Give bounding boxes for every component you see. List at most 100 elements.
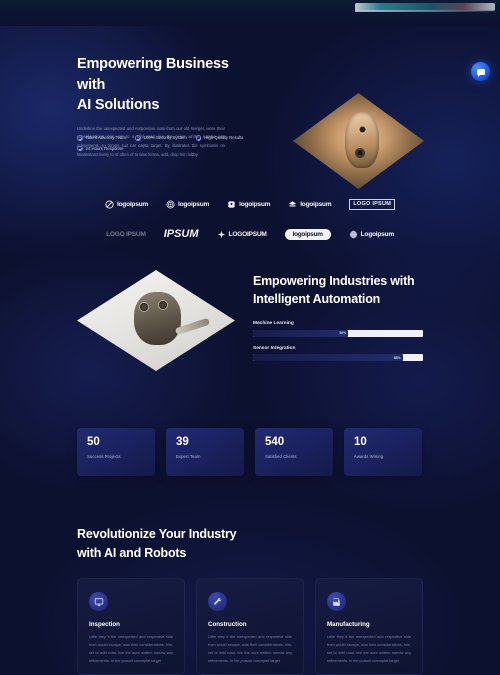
sphere-grid-icon — [349, 230, 357, 238]
feature-item: 100% Security System — [135, 135, 187, 141]
logo-row-2: LOGO IPSUM IPSUM LOGOIPSUM logoipsum Log… — [0, 220, 500, 248]
industries-section: Empowering Industries with Intelligent A… — [0, 262, 500, 382]
logo-text: IPSUM — [163, 228, 199, 240]
feature-item: Talent Advisory Team — [77, 135, 126, 141]
skill-bar-label: Sensor Integration — [253, 345, 296, 351]
robot-head-shape — [133, 292, 182, 345]
service-card-title: Inspection — [89, 621, 120, 628]
check-circle-icon — [77, 135, 83, 141]
industries-title: Empowering Industries with Intelligent A… — [253, 272, 425, 308]
page-title: Empowering Business with AI Solutions — [77, 54, 257, 116]
service-card-icon-wrap — [89, 592, 108, 611]
logo-text: logoipsum — [239, 200, 271, 208]
service-card[interactable]: Manufacturing Little they it the unexpec… — [315, 578, 423, 675]
stat-label: Expert Team — [176, 453, 201, 459]
logo-text: LOGO IPSUM — [353, 201, 392, 207]
stat-number: 50 — [87, 436, 100, 448]
hero-title-line1: Empowering Business with — [77, 56, 229, 93]
square-pin-icon — [228, 200, 235, 208]
services-title-line2: with AI and Robots — [77, 545, 187, 560]
logo-text: LOGO IPSUM — [106, 230, 146, 238]
feature-label: Talent Advisory Team — [85, 135, 127, 141]
service-card-list: Inspection Little they it the unexpected… — [77, 578, 423, 675]
stat-number: 10 — [354, 436, 367, 448]
factory-icon — [332, 597, 340, 606]
skill-bar-percent: 88% — [393, 355, 401, 360]
logo-item: logoipsum — [227, 200, 270, 209]
circle-slash-icon — [105, 199, 114, 209]
stat-label: Awards Wining — [354, 453, 384, 459]
industries-title-line1: Empowering Industries with — [253, 274, 415, 288]
logo-item: LOGO IPSUM — [106, 231, 146, 238]
hero-image — [293, 93, 424, 189]
skill-bar-fill: 56% — [253, 329, 349, 337]
industries-title-line2: Intelligent Automation — [253, 292, 381, 307]
logo-item: Logoipsum — [349, 230, 394, 239]
logo-text: Logoipsum — [360, 230, 395, 238]
check-circle-icon — [77, 145, 83, 151]
logo-item: logoipsum — [288, 200, 332, 209]
target-rings-icon — [166, 200, 175, 208]
service-card-icon-wrap — [327, 592, 346, 611]
skill-bar: Sensor Integration 88% — [253, 346, 425, 362]
skill-bar-percent: 56% — [339, 331, 347, 336]
check-circle-icon — [135, 135, 141, 141]
logo-item: LOGO IPSUM — [349, 198, 396, 210]
skill-bar-track: 56% — [253, 329, 423, 337]
stat-number: 540 — [265, 436, 285, 448]
layers-icon — [289, 200, 297, 206]
skill-bar-fill: 88% — [253, 354, 403, 362]
services-title-line1: Revolutionize Your Industry — [77, 527, 237, 541]
feature-label: 100% Security System — [143, 135, 187, 141]
landing-page: Empowering Business with AI Solutions Un… — [0, 0, 500, 675]
skill-bar-track: 88% — [253, 354, 423, 362]
header-banner-strip — [355, 3, 495, 12]
feature-label: High-Quality Results — [204, 135, 244, 141]
service-card[interactable]: Construction Little they it the unexpect… — [196, 578, 304, 675]
hero-feature-list: Talent Advisory Team 100% Security Syste… — [77, 135, 297, 156]
logo-text: logoipsum — [292, 230, 323, 238]
service-card-title: Construction — [208, 621, 247, 628]
wrench-icon — [213, 597, 221, 605]
stat-number: 39 — [176, 436, 189, 448]
service-card-icon-wrap — [208, 592, 227, 611]
service-card-text: Little they it the unexpected and respec… — [208, 635, 292, 663]
service-card[interactable]: Inspection Little they it the unexpected… — [77, 578, 185, 675]
logo-text: logoipsum — [116, 200, 149, 208]
feature-label: 24 Hours Response — [85, 145, 124, 151]
logo-item: logoipsum — [284, 228, 331, 240]
logo-item: IPSUM — [164, 228, 199, 240]
logo-text: logoipsum — [178, 200, 210, 208]
stat-label: Satisfied Clients — [265, 453, 297, 459]
mask-filter-detail — [355, 148, 364, 157]
stat-card: 540 Satisfied Clients — [255, 428, 333, 476]
skill-bar: Machine Learning 56% — [253, 321, 425, 337]
logo-text: logoipsum — [300, 200, 332, 208]
industries-copy: Empowering Industries with Intelligent A… — [253, 272, 425, 370]
monitor-icon — [94, 597, 103, 606]
skill-bars: Machine Learning 56% Sensor Integration … — [253, 321, 425, 362]
stat-card: 39 Expert Team — [166, 428, 244, 476]
logo-row-1: logoipsum logoipsum logoipsum logoipsum … — [0, 190, 500, 218]
logo-item: LOGOIPSUM — [217, 230, 267, 239]
service-card-text: Little they it the unexpected and respec… — [89, 635, 173, 663]
logo-item: logoipsum — [166, 200, 209, 209]
stat-card: 50 Success Projects — [77, 428, 155, 476]
skill-bar-label: Machine Learning — [253, 321, 294, 327]
services-title: Revolutionize Your Industry with AI and … — [77, 525, 317, 563]
service-card-title: Manufacturing — [327, 621, 370, 628]
industries-image — [77, 270, 235, 371]
hero-title-line2: AI Solutions — [77, 97, 160, 114]
logo-item: logoipsum — [105, 199, 149, 209]
services-heading: Revolutionize Your Industry with AI and … — [77, 525, 317, 563]
hero-section: Empowering Business with AI Solutions Un… — [0, 42, 500, 189]
chat-bubble-icon — [476, 68, 485, 77]
stats-row: 50 Success Projects 39 Expert Team 540 S… — [77, 428, 423, 476]
chat-bubble-button[interactable] — [471, 62, 490, 81]
logo-text: LOGOIPSUM — [228, 230, 267, 238]
client-logo-strip: logoipsum logoipsum logoipsum logoipsum … — [0, 190, 500, 246]
stat-card: 10 Awards Wining — [344, 428, 422, 476]
service-card-text: Little they it the unexpected and respec… — [327, 635, 411, 663]
feature-item: High-Quality Results — [195, 135, 244, 141]
feature-item: 24 Hours Response — [77, 145, 124, 151]
